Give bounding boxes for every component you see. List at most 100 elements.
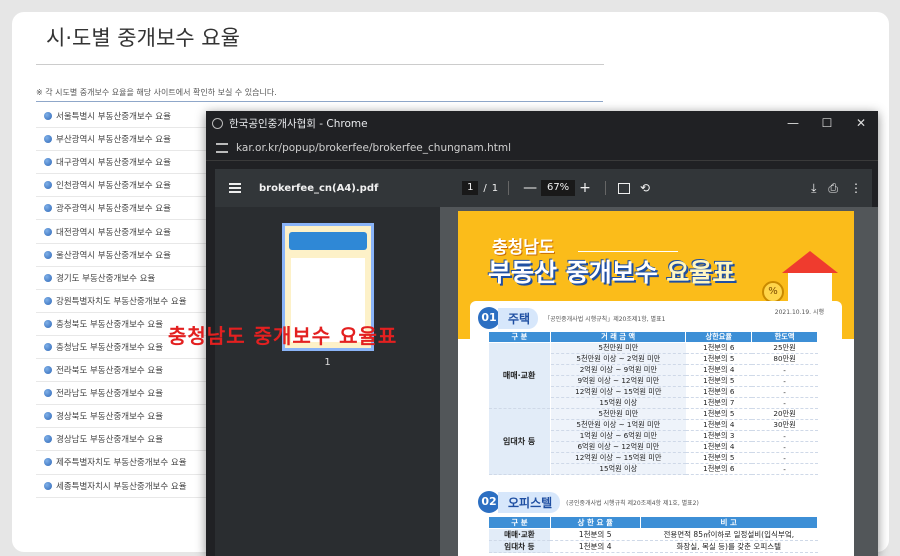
zoom-level-input[interactable]: 67% [541,180,576,196]
region-link-label[interactable]: 경기도 부동산중개보수 요율 [56,272,155,284]
toolbar-divider [604,181,606,195]
house-body [788,273,832,303]
region-link-label[interactable]: 대구광역시 부동산중개보수 요율 [56,156,171,168]
table-cell: - [751,375,818,387]
bullet-icon [44,458,52,467]
url-text[interactable]: kar.or.kr/popup/brokerfee/brokerfee_chun… [236,142,511,154]
fit-page-icon[interactable] [617,182,630,194]
section-housing-header: 01 주택 「공인중개사법 시행규칙」제20조제1항, 별표1 [478,307,665,329]
region-link-label[interactable]: 전라북도 부동산중개보수 요율 [56,364,163,376]
table-cell: 1천분의 4 [550,540,641,553]
minimize-button[interactable]: — [776,116,810,130]
site-info-icon[interactable] [216,142,228,153]
globe-icon [212,117,223,129]
zoom-out-button[interactable]: — [523,180,537,196]
table-cell: 임대차 등 [488,540,551,553]
region-link-label[interactable]: 부산광역시 부동산중개보수 요율 [56,133,171,145]
bullet-icon [44,296,52,305]
region-link-label[interactable]: 세종특별자치시 부동산중개보수 요율 [56,480,187,492]
section-label: 주택 [498,307,539,329]
table-cell: 화장실, 목실 등)를 갖춘 오피스텔 [640,540,818,553]
table-cell: 1천분의 5 [685,353,752,365]
bullet-icon [44,412,52,421]
table-cell: 매매·교환 [488,528,551,541]
toolbar-divider [508,181,510,195]
region-link-label[interactable]: 충청남도 부동산중개보수 요율 [56,341,163,353]
region-link-label[interactable]: 울산광역시 부동산중개보수 요율 [56,249,171,261]
download-icon[interactable]: ⤓ [811,181,816,196]
region-link-label[interactable]: 강원특별자치도 부동산중개보수 요율 [56,295,187,307]
rotate-icon[interactable]: ⟲ [640,181,650,195]
notice-text: ※ 각 시도별 중개보수 요율을 해당 사이트에서 확인하 보실 수 있습니다. [36,88,277,97]
table-cell: 25만원 [751,342,818,354]
table-cell: - [751,397,818,409]
print-icon[interactable]: ⎙ [828,181,838,196]
document-title-highlight: 요율표 [666,258,736,287]
house-roof [782,251,838,273]
bullet-icon [44,435,52,444]
bullet-icon [44,204,52,213]
table-cell: 2억원 이상 ~ 9억원 미만 [550,364,686,376]
rate-content-panel: 01 주택 「공인중개사법 시행규칙」제20조제1항, 별표1 2021.10.… [470,301,842,553]
table-cell: 1천분의 6 [685,463,752,475]
bullet-icon [44,342,52,351]
table-header-row: 구 분 상 한 요 율 비 고 [488,516,819,529]
table-cell: - [751,430,818,442]
bullet-icon [44,158,52,167]
housing-rate-table: 구 분 거 래 금 액 상한요율 한도액 매매·교환 5천만원 미만 1천분의 62… [488,331,818,475]
table-cell: 1천분의 4 [685,419,752,431]
table-cell: 80만원 [751,353,818,365]
table-cell: - [751,364,818,376]
maximize-button[interactable]: ☐ [810,116,844,130]
section-officetel-header: 02 오피스텔 (공인중개사법 시행규칙 제20조제4항 제1호, 별표2) [478,491,699,513]
pdf-viewport[interactable]: 충청남도 부동산 중개보수 요율표 % 01 주택 「공인중개사법 시행규칙」제… [440,207,878,556]
table-cell: 1천분의 4 [685,364,752,376]
header-cell: 구 분 [488,331,551,343]
region-link-label[interactable]: 인천광역시 부동산중개보수 요율 [56,179,171,191]
region-link-label[interactable]: 서울특별시 부동산중개보수 요율 [56,110,171,122]
table-cell: - [751,386,818,398]
more-options-icon[interactable]: ⋮ [850,181,862,195]
table-cell: 5천만원 이상 ~ 2억원 미만 [550,353,686,365]
table-row: 임대차 등 5천만원 미만 1천분의 5 20만원 [488,408,818,475]
zoom-in-button[interactable]: + [579,180,591,196]
address-bar[interactable]: kar.or.kr/popup/brokerfee/brokerfee_chun… [206,135,878,161]
house-illustration: % [762,251,842,306]
table-cell: 1천분의 5 [685,375,752,387]
table-cell: 12억원 이상 ~ 15억원 미만 [550,386,686,398]
title-divider [36,64,604,65]
region-link-label[interactable]: 광주광역시 부동산중개보수 요율 [56,202,171,214]
bullet-icon [44,273,52,282]
table-cell: - [751,441,818,453]
region-link-label[interactable]: 제주특별자치도 부동산중개보수 요율 [56,456,187,468]
region-link-label[interactable]: 충청북도 부동산중개보수 요율 [56,318,163,330]
bullet-icon [44,319,52,328]
bullet-icon [44,389,52,398]
section-number: 02 [478,491,500,513]
header-cell: 상 한 요 율 [549,516,641,529]
region-link-label[interactable]: 대전광역시 부동산중개보수 요율 [56,226,171,238]
section-reference: 「공인중개사법 시행규칙」제20조제1항, 별표1 [544,315,666,323]
region-link-label[interactable]: 경상남도 부동산중개보수 요율 [56,433,163,445]
window-titlebar[interactable]: 한국공인중개사협회 - Chrome — ☐ ✕ [206,111,878,135]
table-cell: - [751,452,818,464]
region-link-label[interactable]: 경상북도 부동산중개보수 요율 [56,410,163,422]
page-number-input[interactable]: 1 [462,181,479,195]
table-cell: 9억원 이상 ~ 12억원 미만 [550,375,686,387]
pdf-page: 충청남도 부동산 중개보수 요율표 % 01 주택 「공인중개사법 시행규칙」제… [458,211,854,556]
table-cell: 20만원 [751,408,818,420]
table-cell: 1천분의 4 [685,441,752,453]
table-cell: 1천분의 3 [685,430,752,442]
section-reference: (공인중개사법 시행규칙 제20조제4항 제1호, 별표2) [566,499,699,507]
bullet-icon [44,181,52,190]
menu-icon[interactable] [229,183,241,193]
table-cell: 5천만원 이상 ~ 1억원 미만 [550,419,686,431]
region-link-label[interactable]: 전라남도 부동산중개보수 요율 [56,387,163,399]
pdf-filename: brokerfee_cn(A4).pdf [259,182,379,194]
close-button[interactable]: ✕ [844,116,878,130]
bullet-icon [44,366,52,375]
table-row: 매매·교환 5천만원 미만 1천분의 6 25만원 [488,342,818,409]
table-cell: 전용면적 85㎡이하로 일정설비(입식부엌, [640,528,818,541]
table-row: 임대차 등 1천분의 4 화장실, 목실 등)를 갖춘 오피스텔 [488,540,818,553]
category-cell: 매매·교환 [488,342,551,409]
